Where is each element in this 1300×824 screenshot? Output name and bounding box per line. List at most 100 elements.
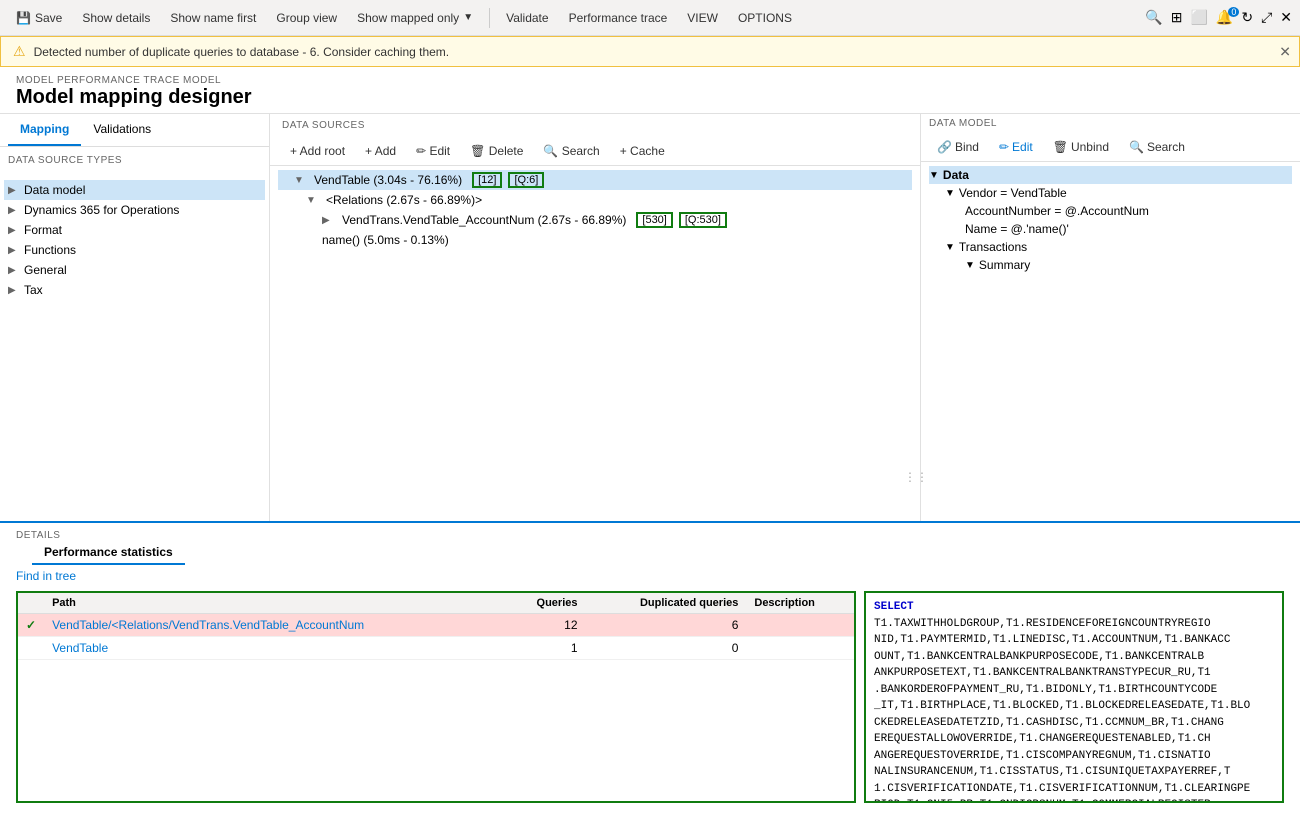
row-queries: 1	[505, 637, 585, 660]
bottom-content: Path Queries Duplicated queries Descript…	[0, 587, 1300, 807]
search-icon: 🔍	[1129, 140, 1144, 154]
summary-node[interactable]: ▼ Summary	[929, 256, 1292, 274]
drag-icon: ⋮⋮	[904, 470, 920, 484]
datasources-header: DATA SOURCES	[270, 114, 920, 137]
ds-type-data-model[interactable]: ▶ Data model	[4, 180, 265, 200]
edit-datasource-button[interactable]: ✏ Edit	[408, 141, 458, 161]
ds-type-label: Tax	[24, 283, 43, 297]
datasource-types-tree: ▶ Data model ▶ Dynamics 365 for Operatio…	[0, 180, 269, 521]
view-button[interactable]: VIEW	[679, 7, 726, 29]
page-title: Model mapping designer	[16, 86, 1284, 109]
ds-type-tax[interactable]: ▶ Tax	[4, 280, 265, 300]
ds-type-functions[interactable]: ▶ Functions	[4, 240, 265, 260]
row-check: ✓	[18, 614, 44, 637]
row-duplicated: 6	[586, 614, 747, 637]
bottom-panel: DETAILS Performance statistics Find in t…	[0, 521, 1300, 807]
performance-table: Path Queries Duplicated queries Descript…	[18, 593, 854, 660]
vendtrans-badge2: [Q:530]	[679, 212, 727, 228]
puzzle-icon[interactable]: ⊞	[1171, 9, 1183, 26]
performance-statistics-tab[interactable]: Performance statistics	[32, 541, 185, 565]
table-row[interactable]: ✓ VendTable/<Relations/VendTrans.VendTab…	[18, 614, 854, 637]
delete-button[interactable]: 🗑 Delete	[462, 141, 531, 161]
office-icon[interactable]: ⬜	[1190, 9, 1207, 26]
chevron-right-icon: ▶	[8, 225, 20, 236]
show-name-first-button[interactable]: Show name first	[162, 7, 264, 29]
col-check	[18, 593, 44, 614]
main-toolbar: 💾 Save Show details Show name first Grou…	[0, 0, 1300, 36]
middle-panel: DATA SOURCES + Add root + Add ✏ Edit 🗑 D…	[270, 114, 920, 521]
chevron-right-icon[interactable]: ▶	[322, 215, 334, 226]
row-queries: 12	[505, 614, 585, 637]
ds-type-label: Functions	[24, 243, 76, 257]
chevron-down-icon: ▼	[945, 242, 955, 253]
row-path[interactable]: VendTable/<Relations/VendTrans.VendTable…	[44, 614, 505, 637]
separator	[489, 8, 490, 28]
chevron-right-icon: ▶	[8, 185, 20, 196]
chevron-down-icon[interactable]: ▼	[294, 175, 306, 186]
restore-icon[interactable]: ⤢	[1261, 9, 1272, 26]
find-in-tree-link[interactable]: Find in tree	[0, 565, 1300, 587]
col-description: Description	[746, 593, 854, 614]
row-path[interactable]: VendTable	[44, 637, 505, 660]
ds-type-format[interactable]: ▶ Format	[4, 220, 265, 240]
chevron-down-icon[interactable]: ▼	[306, 195, 318, 206]
page-header: MODEL PERFORMANCE TRACE MODEL Model mapp…	[0, 67, 1300, 113]
show-mapped-only-button[interactable]: Show mapped only ▼	[349, 7, 481, 29]
checkmark-icon: ✓	[26, 618, 36, 632]
show-details-button[interactable]: Show details	[74, 7, 158, 29]
col-duplicated: Duplicated queries	[586, 593, 747, 614]
namefn-node[interactable]: name() (5.0ms - 0.13%)	[278, 230, 912, 250]
ds-type-label: Format	[24, 223, 62, 237]
unbind-icon: 🗑	[1053, 140, 1068, 154]
ds-type-dynamics365[interactable]: ▶ Dynamics 365 for Operations	[4, 200, 265, 220]
unbind-button[interactable]: 🗑 Unbind	[1045, 137, 1117, 157]
datasources-content: ▼ VendTable (3.04s - 76.16%) [12] [Q:6] …	[270, 166, 920, 521]
path-link[interactable]: VendTable/<Relations/VendTrans.VendTable…	[52, 618, 364, 632]
transactions-node[interactable]: ▼ Transactions	[929, 238, 1292, 256]
ds-type-general[interactable]: ▶ General	[4, 260, 265, 280]
save-button[interactable]: 💾 Save	[8, 7, 70, 29]
refresh-icon[interactable]: ↻	[1241, 9, 1253, 26]
options-button[interactable]: OPTIONS	[730, 7, 800, 29]
group-view-button[interactable]: Group view	[268, 7, 345, 29]
warning-close-button[interactable]: ✕	[1279, 43, 1291, 60]
account-number-node: AccountNumber = @.AccountNum	[929, 202, 1292, 220]
close-icon[interactable]: ✕	[1280, 9, 1292, 26]
validate-button[interactable]: Validate	[498, 7, 556, 29]
row-check	[18, 637, 44, 660]
add-button[interactable]: + Add	[357, 141, 404, 161]
vendtable-badge1: [12]	[472, 172, 502, 188]
relations-label: <Relations (2.67s - 66.89%)>	[322, 192, 486, 208]
search-icon[interactable]: 🔍	[1145, 9, 1162, 26]
data-model-header: DATA MODEL	[921, 114, 1300, 133]
datasource-types-section: DATA SOURCE TYPES	[0, 147, 269, 180]
bind-button[interactable]: 🔗 Bind	[929, 137, 987, 157]
performance-trace-button[interactable]: Performance trace	[561, 7, 676, 29]
data-node[interactable]: ▼ Data	[929, 166, 1292, 184]
search-datasource-button[interactable]: 🔍 Search	[535, 141, 607, 161]
name-node: Name = @.'name()'	[929, 220, 1292, 238]
table-row[interactable]: VendTable 1 0	[18, 637, 854, 660]
relations-node[interactable]: ▼ <Relations (2.67s - 66.89%)>	[278, 190, 912, 210]
path-link[interactable]: VendTable	[52, 641, 108, 655]
tab-mapping[interactable]: Mapping	[8, 114, 81, 146]
vendtable-node[interactable]: ▼ VendTable (3.04s - 76.16%) [12] [Q:6]	[278, 170, 912, 190]
warning-icon: ⚠	[13, 43, 26, 60]
chevron-right-icon: ▶	[8, 245, 20, 256]
col-path: Path	[44, 593, 505, 614]
tab-validations[interactable]: Validations	[81, 114, 163, 146]
search-model-button[interactable]: 🔍 Search	[1121, 137, 1193, 157]
chevron-down-icon: ▼	[965, 260, 975, 271]
ds-type-label: General	[24, 263, 67, 277]
tabs-bar: Mapping Validations	[0, 114, 269, 147]
bind-icon: 🔗	[937, 140, 952, 154]
notification-icon[interactable]: 🔔 0	[1216, 9, 1233, 26]
vendor-node[interactable]: ▼ Vendor = VendTable	[929, 184, 1292, 202]
vertical-resize-handle[interactable]: ⋮⋮	[912, 130, 920, 521]
edit-model-button[interactable]: ✏ Edit	[991, 137, 1041, 157]
vendtrans-node[interactable]: ▶ VendTrans.VendTable_AccountNum (2.67s …	[278, 210, 912, 230]
add-root-button[interactable]: + Add root	[282, 141, 353, 161]
right-panel: DATA MODEL 🔗 Bind ✏ Edit 🗑 Unbind 🔍 Sear	[920, 114, 1300, 521]
cache-button[interactable]: + Cache	[612, 141, 673, 161]
chevron-down-icon: ▼	[945, 188, 955, 199]
